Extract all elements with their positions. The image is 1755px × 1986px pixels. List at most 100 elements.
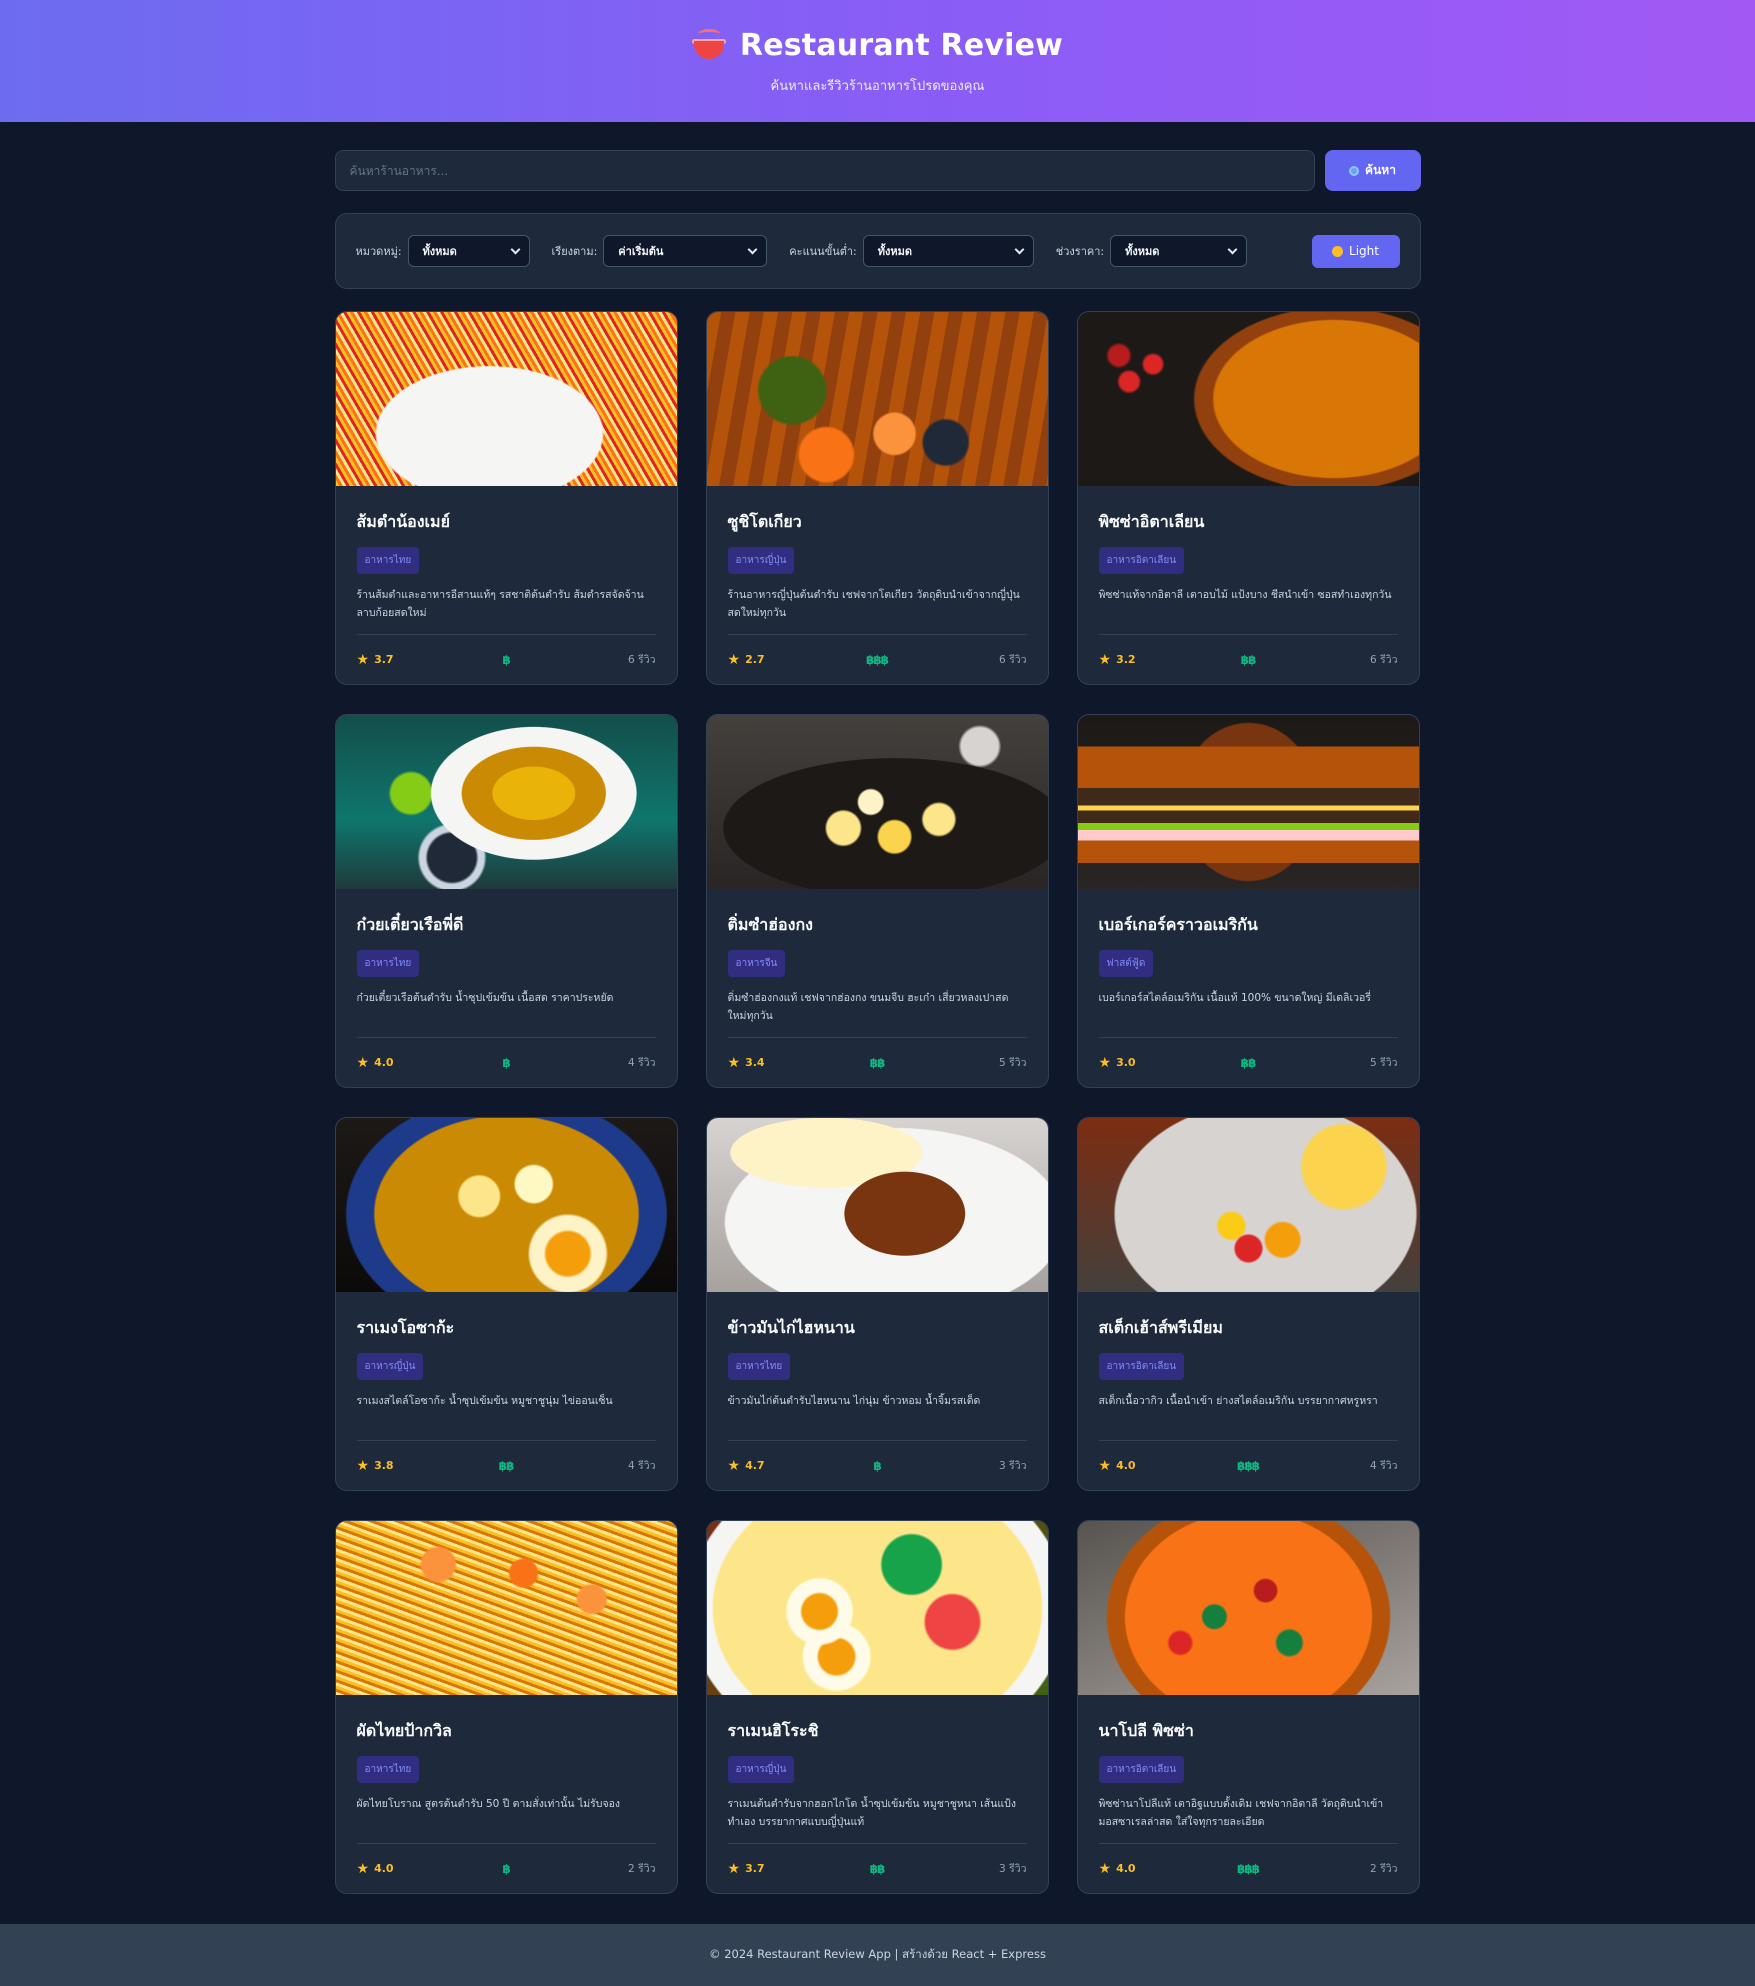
rating: ★ 3.2 <box>1099 652 1189 668</box>
restaurant-description: ติ่มซำฮ่องกงแท้ เชฟจากฮ่องกง ขนมจีบ ฮะเก… <box>727 992 1009 1022</box>
rating: ★ 4.0 <box>1099 1861 1189 1877</box>
min-rating-select-value: ทั้งหมด <box>877 245 913 258</box>
restaurant-name: ซูชิโตเกียว <box>727 512 802 531</box>
sort-select[interactable]: ค่าเริ่มต้น <box>603 235 768 267</box>
rating: ★ 4.0 <box>357 1861 447 1877</box>
app-title: Restaurant Review <box>739 28 1064 63</box>
sun-icon <box>1332 245 1344 257</box>
min-rating-select[interactable]: ทั้งหมด <box>862 235 1034 267</box>
price-level: ฿฿ <box>1240 652 1257 667</box>
restaurant-photo <box>706 1118 1048 1292</box>
restaurant-name: ข้าวมันไก่ไฮหนาน <box>727 1318 855 1337</box>
rating-value: 4.0 <box>374 1862 394 1875</box>
review-count: 2 รีวิว <box>1370 1863 1398 1875</box>
restaurant-name: เบอร์เกอร์คราวอเมริกัน <box>1098 915 1258 934</box>
price-level: ฿ <box>502 1861 510 1876</box>
restaurant-photo <box>335 1521 677 1695</box>
price-filter-label: ช่วงราคา: <box>1055 245 1105 258</box>
rating: ★ 4.7 <box>728 1458 818 1474</box>
restaurant-description: สเต็กเนื้อวากิว เนื้อนำเข้า ย่างสไตล์อเม… <box>1098 1395 1378 1407</box>
rating: ★ 3.4 <box>728 1055 818 1071</box>
search-input[interactable] <box>334 150 1315 191</box>
review-count: 4 รีวิว <box>1370 1460 1398 1472</box>
review-count: 4 รีวิว <box>628 1057 656 1069</box>
restaurant-card[interactable]: เบอร์เกอร์คราวอเมริกัน ฟาสต์ฟู้ด เบอร์เก… <box>1076 714 1420 1088</box>
restaurant-photo <box>1077 1521 1419 1695</box>
price-select-value: ทั้งหมด <box>1125 245 1160 258</box>
category-badge: ฟาสต์ฟู้ด <box>1098 950 1154 977</box>
restaurant-name: ผัดไทยป้ากวิล <box>356 1721 452 1740</box>
price-level: ฿฿฿ <box>1236 1861 1260 1876</box>
category-select[interactable]: ทั้งหมด <box>407 235 530 267</box>
chevron-down-icon <box>1227 244 1238 254</box>
price-select[interactable]: ทั้งหมด <box>1110 235 1248 267</box>
category-filter-label: หมวดหมู่: <box>355 245 402 258</box>
app-header: Restaurant Review ค้นหาและรีวิวร้านอาหาร… <box>0 0 1755 122</box>
star-icon: ★ <box>1098 651 1112 668</box>
category-badge: อาหารอิตาเลียน <box>1098 547 1185 574</box>
restaurant-photo <box>1077 1118 1419 1292</box>
chevron-down-icon <box>747 244 758 254</box>
rating: ★ 3.0 <box>1099 1055 1189 1071</box>
rating: ★ 3.7 <box>728 1861 818 1877</box>
price-level: ฿฿ <box>498 1458 515 1473</box>
rating: ★ 4.0 <box>357 1055 447 1071</box>
category-badge: อาหารไทย <box>356 547 420 574</box>
restaurant-card[interactable]: พิซซ่าอิตาเลียน อาหารอิตาเลียน พิซซ่าแท้… <box>1076 311 1420 685</box>
restaurant-card[interactable]: ก๋วยเตี๋ยวเรือพี่ดี อาหารไทย ก๋วยเตี๋ยวเ… <box>334 714 678 1088</box>
category-badge: อาหารไทย <box>727 1353 791 1380</box>
restaurant-card[interactable]: ข้าวมันไก่ไฮหนาน อาหารไทย ข้าวมันไก่ต้นต… <box>705 1117 1049 1491</box>
rating: ★ 3.7 <box>357 652 447 668</box>
restaurant-description: พิซซ่านาโปลีแท้ เตาอิฐแบบดั้งเดิม เชฟจาก… <box>1098 1798 1384 1828</box>
review-count: 6 รีวิว <box>1370 654 1398 666</box>
restaurant-description: พิซซ่าแท้จากอิตาลี เตาอบไม้ แป้งบาง ชีสน… <box>1098 589 1392 601</box>
sort-filter-label: เรียงตาม: <box>551 245 598 258</box>
restaurant-card[interactable]: ราเมนฮิโระชิ อาหารญี่ปุ่น ราเมนต้นตำรับจ… <box>705 1520 1049 1894</box>
restaurant-name: ราเมงโอซาก้ะ <box>356 1318 455 1337</box>
category-filter: หมวดหมู่: ทั้งหมด <box>356 235 530 267</box>
search-button-label: ค้นหา <box>1365 163 1396 177</box>
category-badge: อาหารญี่ปุ่น <box>727 1756 795 1783</box>
category-badge: อาหารญี่ปุ่น <box>727 547 795 574</box>
min-rating-filter-label: คะแนนขั้นต่ำ: <box>789 245 857 258</box>
category-select-value: ทั้งหมด <box>422 245 457 258</box>
rating-value: 4.0 <box>1116 1459 1136 1472</box>
restaurant-card[interactable]: ราเมงโอซาก้ะ อาหารญี่ปุ่น ราเมงสไตล์โอซา… <box>334 1117 678 1491</box>
rating-value: 3.8 <box>374 1459 394 1472</box>
restaurant-card[interactable]: สเต็กเฮ้าส์พรีเมียม อาหารอิตาเลียน สเต็ก… <box>1076 1117 1420 1491</box>
card-footer: ★ 3.0 ฿฿ 5 รีวิว <box>1098 1037 1398 1087</box>
restaurant-card[interactable]: ติ่มซำฮ่องกง อาหารจีน ติ่มซำฮ่องกงแท้ เช… <box>705 714 1049 1088</box>
restaurant-card[interactable]: ผัดไทยป้ากวิล อาหารไทย ผัดไทยโบราณ สูตรต… <box>334 1520 678 1894</box>
app-footer: © 2024 Restaurant Review App | สร้างด้วย… <box>0 1924 1755 1986</box>
restaurant-card[interactable]: นาโปลี พิซซ่า อาหารอิตาเลียน พิซซ่านาโปล… <box>1076 1520 1420 1894</box>
card-footer: ★ 3.4 ฿฿ 5 รีวิว <box>727 1037 1027 1087</box>
restaurant-card[interactable]: ซูชิโตเกียว อาหารญี่ปุ่น ร้านอาหารญี่ปุ่… <box>705 311 1049 685</box>
restaurant-photo <box>335 715 677 889</box>
star-icon: ★ <box>727 1457 741 1474</box>
review-count: 6 รีวิว <box>628 654 656 666</box>
category-badge: อาหารไทย <box>356 1756 420 1783</box>
category-badge: อาหารอิตาเลียน <box>1098 1353 1185 1380</box>
review-count: 3 รีวิว <box>999 1460 1027 1472</box>
sort-select-value: ค่าเริ่มต้น <box>618 245 664 258</box>
restaurant-photo <box>1077 715 1419 889</box>
review-count: 5 รีวิว <box>1370 1057 1398 1069</box>
chevron-down-icon <box>510 244 520 254</box>
search-button[interactable]: ค้นหา <box>1324 150 1421 191</box>
rating-value: 3.7 <box>745 1862 765 1875</box>
rating-value: 2.7 <box>745 653 765 666</box>
card-footer: ★ 3.8 ฿฿ 4 รีวิว <box>356 1440 656 1490</box>
review-count: 2 รีวิว <box>628 1863 656 1875</box>
main-content: ค้นหา หมวดหมู่: ทั้งหมด เรียงตาม: ค่าเริ… <box>334 150 1421 1894</box>
price-level: ฿฿ <box>1240 1055 1257 1070</box>
theme-toggle-button[interactable]: Light <box>1311 234 1400 268</box>
restaurant-photo <box>335 1118 677 1292</box>
min-rating-filter: คะแนนขั้นต่ำ: ทั้งหมด <box>789 235 1034 267</box>
rating-value: 3.0 <box>1116 1056 1136 1069</box>
category-badge: อาหารญี่ปุ่น <box>356 1353 424 1380</box>
review-count: 3 รีวิว <box>999 1863 1027 1875</box>
restaurant-description: ราเมนต้นตำรับจากฮอกไกโด น้ำซุปเข้มข้น หม… <box>727 1798 1016 1828</box>
noodle-bowl-icon <box>691 28 726 63</box>
restaurant-name: สเต็กเฮ้าส์พรีเมียม <box>1098 1318 1223 1337</box>
restaurant-card[interactable]: ส้มตำน้องเมย์ อาหารไทย ร้านส้มตำและอาหาร… <box>334 311 678 685</box>
